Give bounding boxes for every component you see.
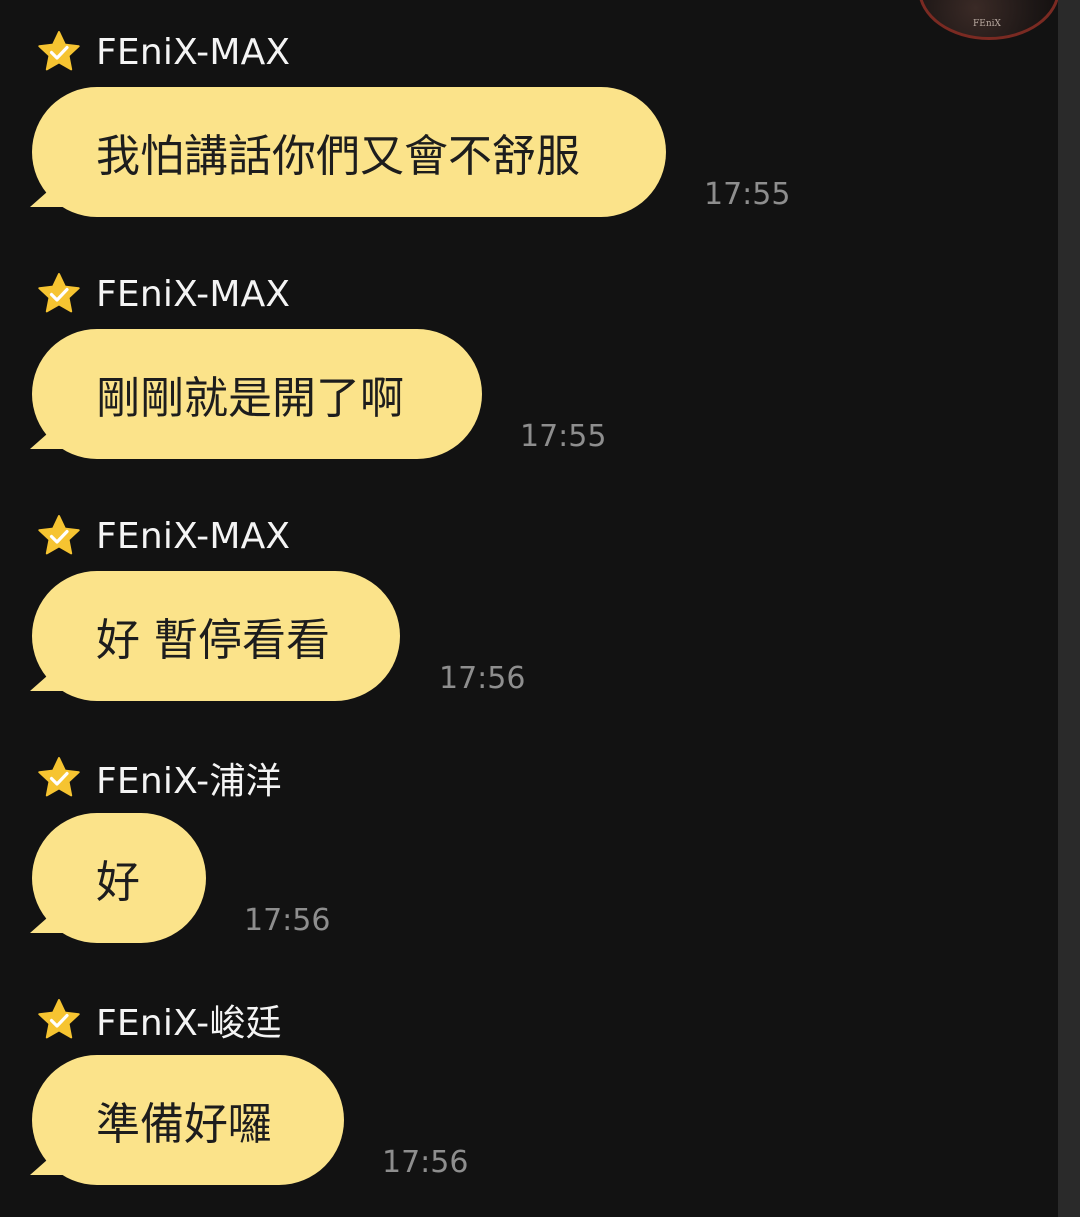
message-item: FEniX-MAX 我怕講話你們又會不舒服 17:55	[0, 27, 1050, 227]
message-bubble[interactable]: 好 暫停看看	[30, 571, 400, 701]
message-text: 剛剛就是開了啊	[96, 373, 404, 424]
bubble-tail	[30, 661, 64, 691]
sender-name: FEniX-峻廷	[96, 1003, 282, 1044]
message-timestamp: 17:56	[439, 661, 526, 696]
message-text: 好	[96, 857, 140, 908]
sender-name: FEniX-MAX	[96, 31, 291, 73]
message-bubble[interactable]: 我怕講話你們又會不舒服	[30, 87, 666, 217]
sender-name: FEniX-浦洋	[96, 761, 282, 802]
message-bubble[interactable]: 好	[30, 813, 206, 943]
sender-row[interactable]: FEniX-MAX	[36, 511, 290, 561]
scrollbar[interactable]	[1058, 0, 1080, 1217]
message-item: FEniX-MAX 剛剛就是開了啊 17:55	[0, 269, 1050, 469]
sender-row[interactable]: FEniX-MAX	[36, 27, 290, 77]
star-check-icon	[38, 757, 80, 797]
message-bubble[interactable]: 剛剛就是開了啊	[30, 329, 482, 459]
sender-name: FEniX-MAX	[96, 515, 291, 557]
chat-area[interactable]: FEniX FEniX-MAX 我怕講話你們又會不舒服 17:55 FEniX-…	[0, 0, 1060, 1217]
sender-row[interactable]: FEniX-峻廷	[36, 995, 282, 1045]
message-bubble[interactable]: 準備好囉	[30, 1055, 344, 1185]
message-timestamp: 17:55	[704, 177, 791, 212]
bubble-tail	[30, 419, 64, 449]
star-check-icon	[38, 999, 80, 1039]
star-check-icon	[38, 273, 80, 313]
bubble-tail	[30, 903, 64, 933]
message-item: FEniX-MAX 好 暫停看看 17:56	[0, 511, 1050, 711]
message-text: 我怕講話你們又會不舒服	[96, 131, 580, 182]
message-timestamp: 17:56	[382, 1145, 469, 1180]
star-check-icon	[38, 515, 80, 555]
message-item: FEniX-峻廷 準備好囉 17:56	[0, 995, 1050, 1195]
message-timestamp: 17:55	[520, 419, 607, 454]
bubble-tail	[30, 1145, 64, 1175]
message-timestamp: 17:56	[244, 903, 331, 938]
message-text: 準備好囉	[96, 1099, 272, 1150]
message-text: 好 暫停看看	[96, 615, 330, 666]
sender-name: FEniX-MAX	[96, 273, 291, 315]
star-check-icon	[38, 31, 80, 71]
sender-row[interactable]: FEniX-MAX	[36, 269, 290, 319]
message-item: FEniX-浦洋 好 17:56	[0, 753, 1050, 953]
sender-row[interactable]: FEniX-浦洋	[36, 753, 282, 803]
bubble-tail	[30, 177, 64, 207]
